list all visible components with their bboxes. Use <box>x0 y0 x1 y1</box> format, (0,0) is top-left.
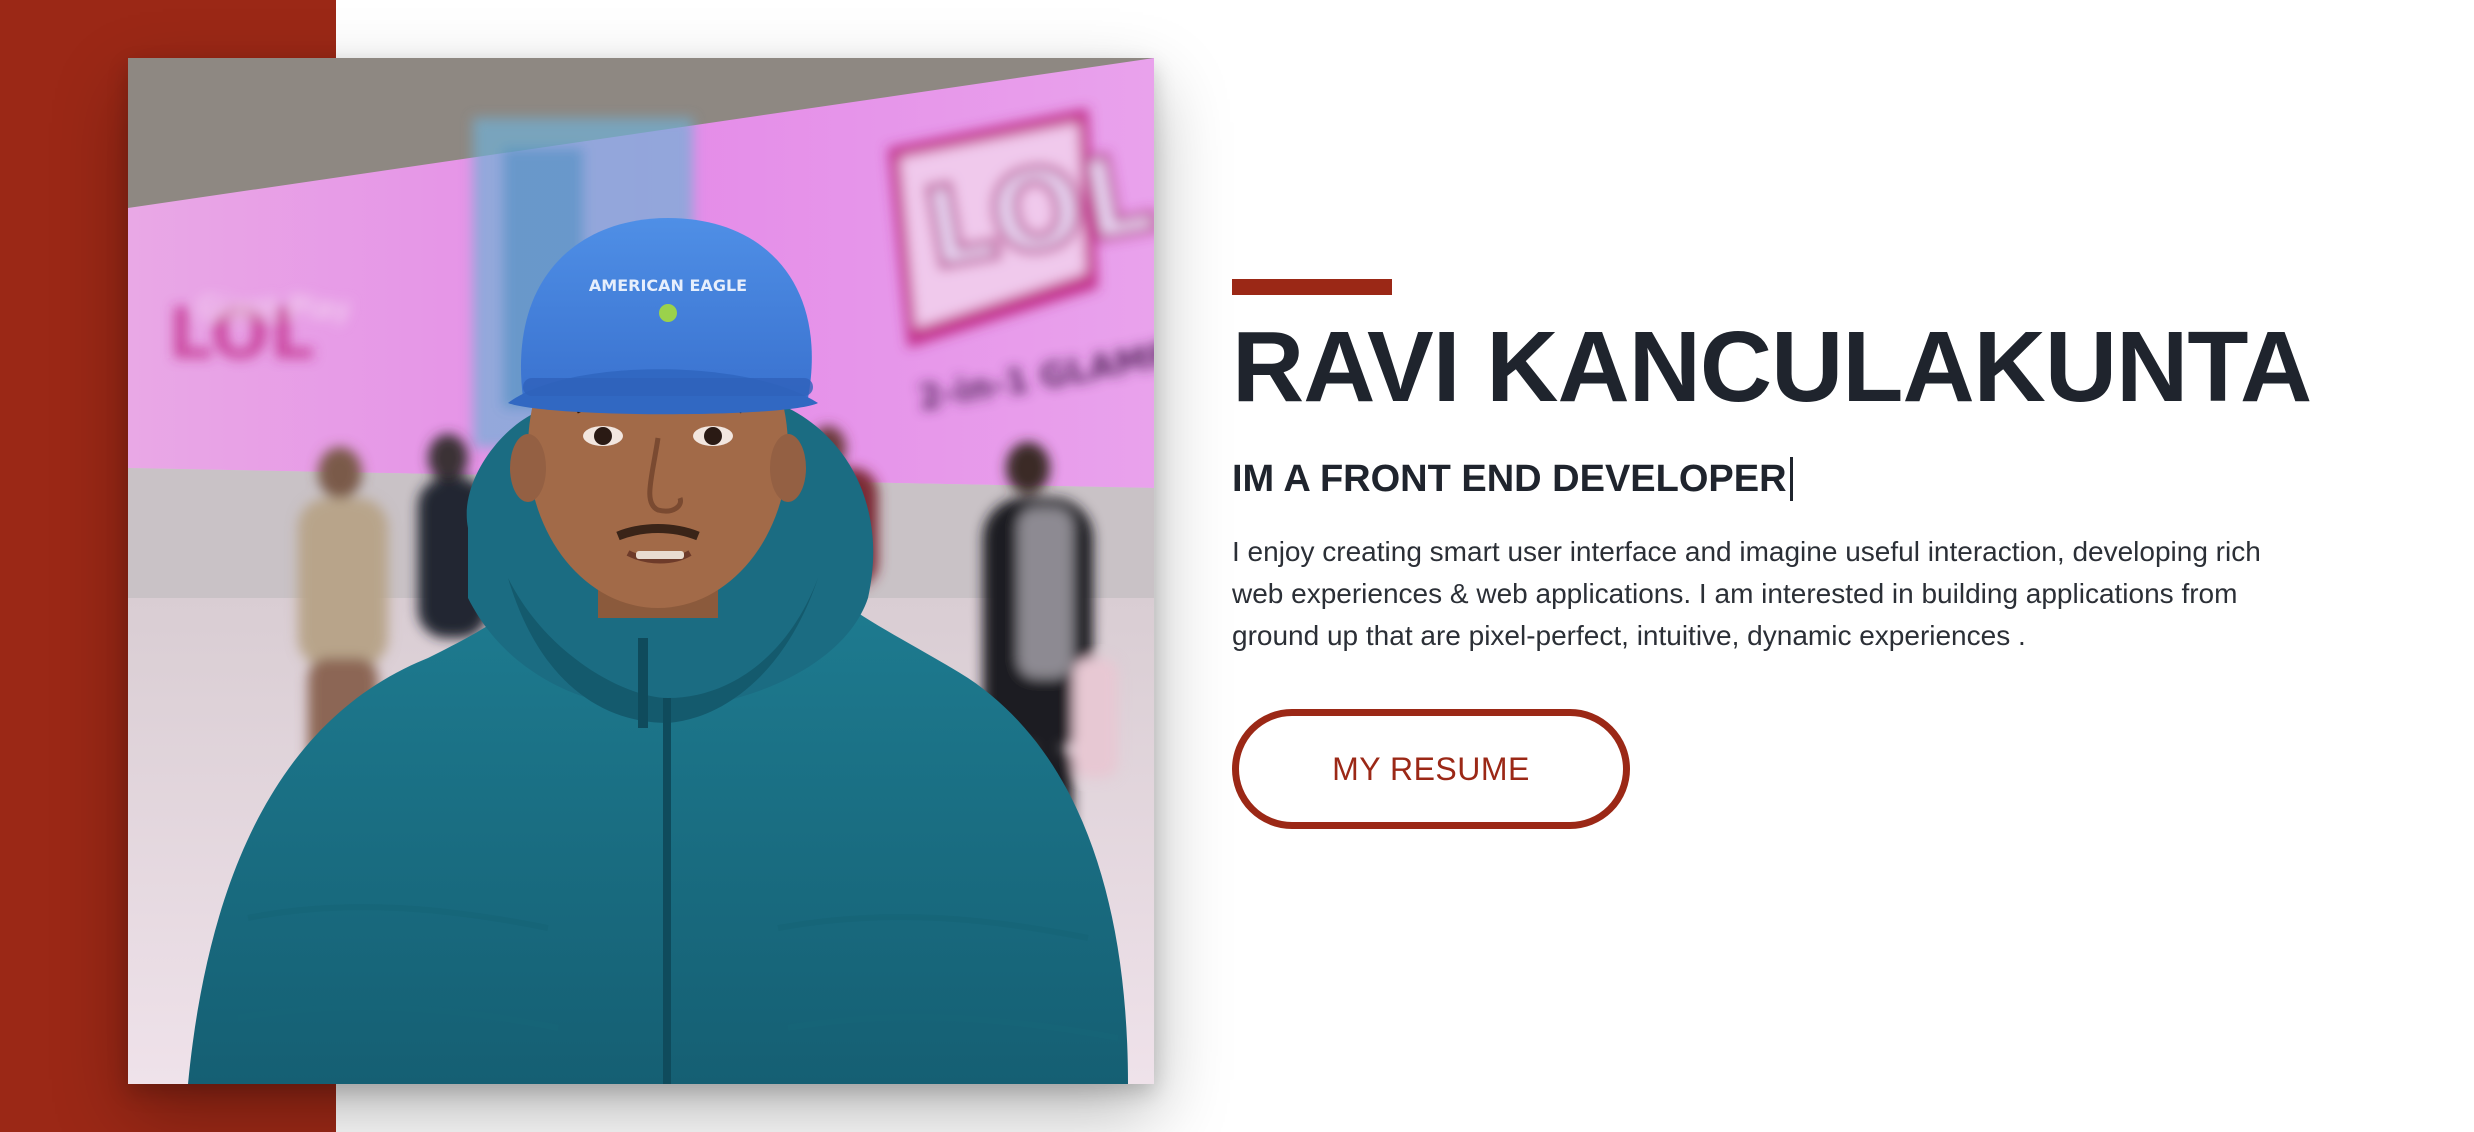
profile-photo: LOL 2-in-1 GLAMPER LOL Giant Play AMERIC… <box>128 58 1154 1084</box>
cap-logo-text: AMERICAN EAGLE <box>589 276 747 295</box>
resume-button[interactable]: MY RESUME <box>1232 709 1630 829</box>
title-accent-bar <box>1232 279 1392 295</box>
typing-cursor <box>1789 457 1793 501</box>
hero-section: LOL 2-in-1 GLAMPER LOL Giant Play AMERIC… <box>0 0 2474 1132</box>
profile-role: IM A FRONT END DEVELOPER <box>1232 457 2312 501</box>
intro-content: RAVI KANCULAKUNTA IM A FRONT END DEVELOP… <box>1232 279 2312 829</box>
profile-role-text: IM A FRONT END DEVELOPER <box>1232 458 1787 500</box>
profile-name: RAVI KANCULAKUNTA <box>1232 311 2312 423</box>
profile-photo-illustration: LOL 2-in-1 GLAMPER LOL Giant Play AMERIC… <box>128 58 1154 1084</box>
svg-text:Giant Play: Giant Play <box>198 291 351 326</box>
profile-bio: I enjoy creating smart user interface an… <box>1232 536 2261 651</box>
